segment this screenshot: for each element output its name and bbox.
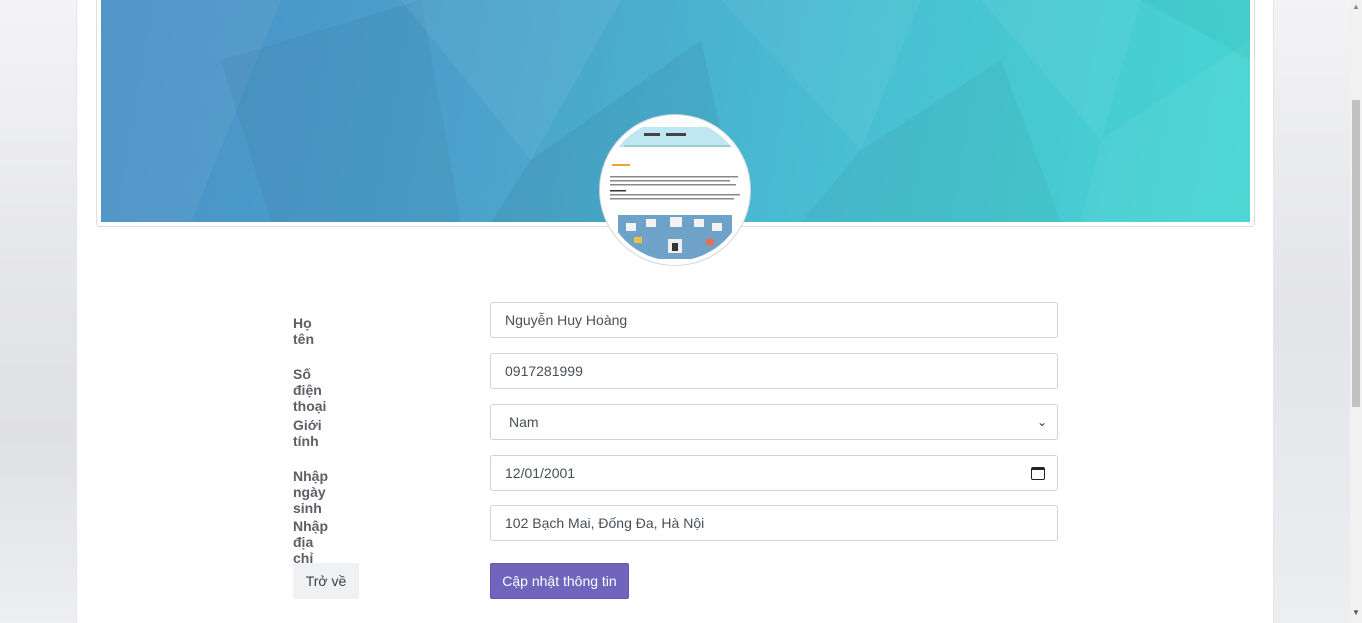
gender-selected-value: Nam (509, 414, 539, 430)
scroll-down-arrow-icon[interactable]: ▼ (1350, 608, 1362, 618)
birthday-value: 12/01/2001 (505, 465, 576, 481)
birthday-input[interactable]: 12/01/2001 (490, 455, 1058, 491)
birthday-label: Nhập ngày sinh (293, 468, 328, 516)
avatar[interactable] (600, 115, 750, 265)
fullname-input[interactable]: Nguyễn Huy Hoàng (490, 302, 1058, 338)
address-label: Nhập địa chỉ (293, 518, 328, 566)
phone-label: Số điện thoại (293, 366, 327, 414)
back-button[interactable]: Trở về (293, 563, 359, 599)
gender-label: Giới tính (293, 417, 322, 449)
gender-select[interactable]: Nam ⌄ (490, 404, 1058, 440)
scroll-thumb[interactable] (1352, 100, 1360, 407)
chevron-down-icon: ⌄ (1036, 415, 1047, 429)
background-right (1274, 0, 1350, 623)
calendar-icon[interactable] (1031, 466, 1045, 480)
profile-page: Họ tên Nguyễn Huy Hoàng Số điện thoại 09… (76, 0, 1274, 623)
page-scrollbar[interactable]: ▲ ▼ (1350, 0, 1362, 623)
fullname-label: Họ tên (293, 315, 314, 347)
update-info-button[interactable]: Cập nhật thông tin (490, 563, 629, 599)
address-input[interactable]: 102 Bạch Mai, Đống Đa, Hà Nội (490, 505, 1058, 541)
phone-input[interactable]: 0917281999 (490, 353, 1058, 389)
avatar-thumbnail (604, 119, 746, 261)
background-left (0, 0, 76, 623)
avatar-image (604, 119, 746, 261)
scroll-up-arrow-icon[interactable]: ▲ (1350, 2, 1362, 12)
